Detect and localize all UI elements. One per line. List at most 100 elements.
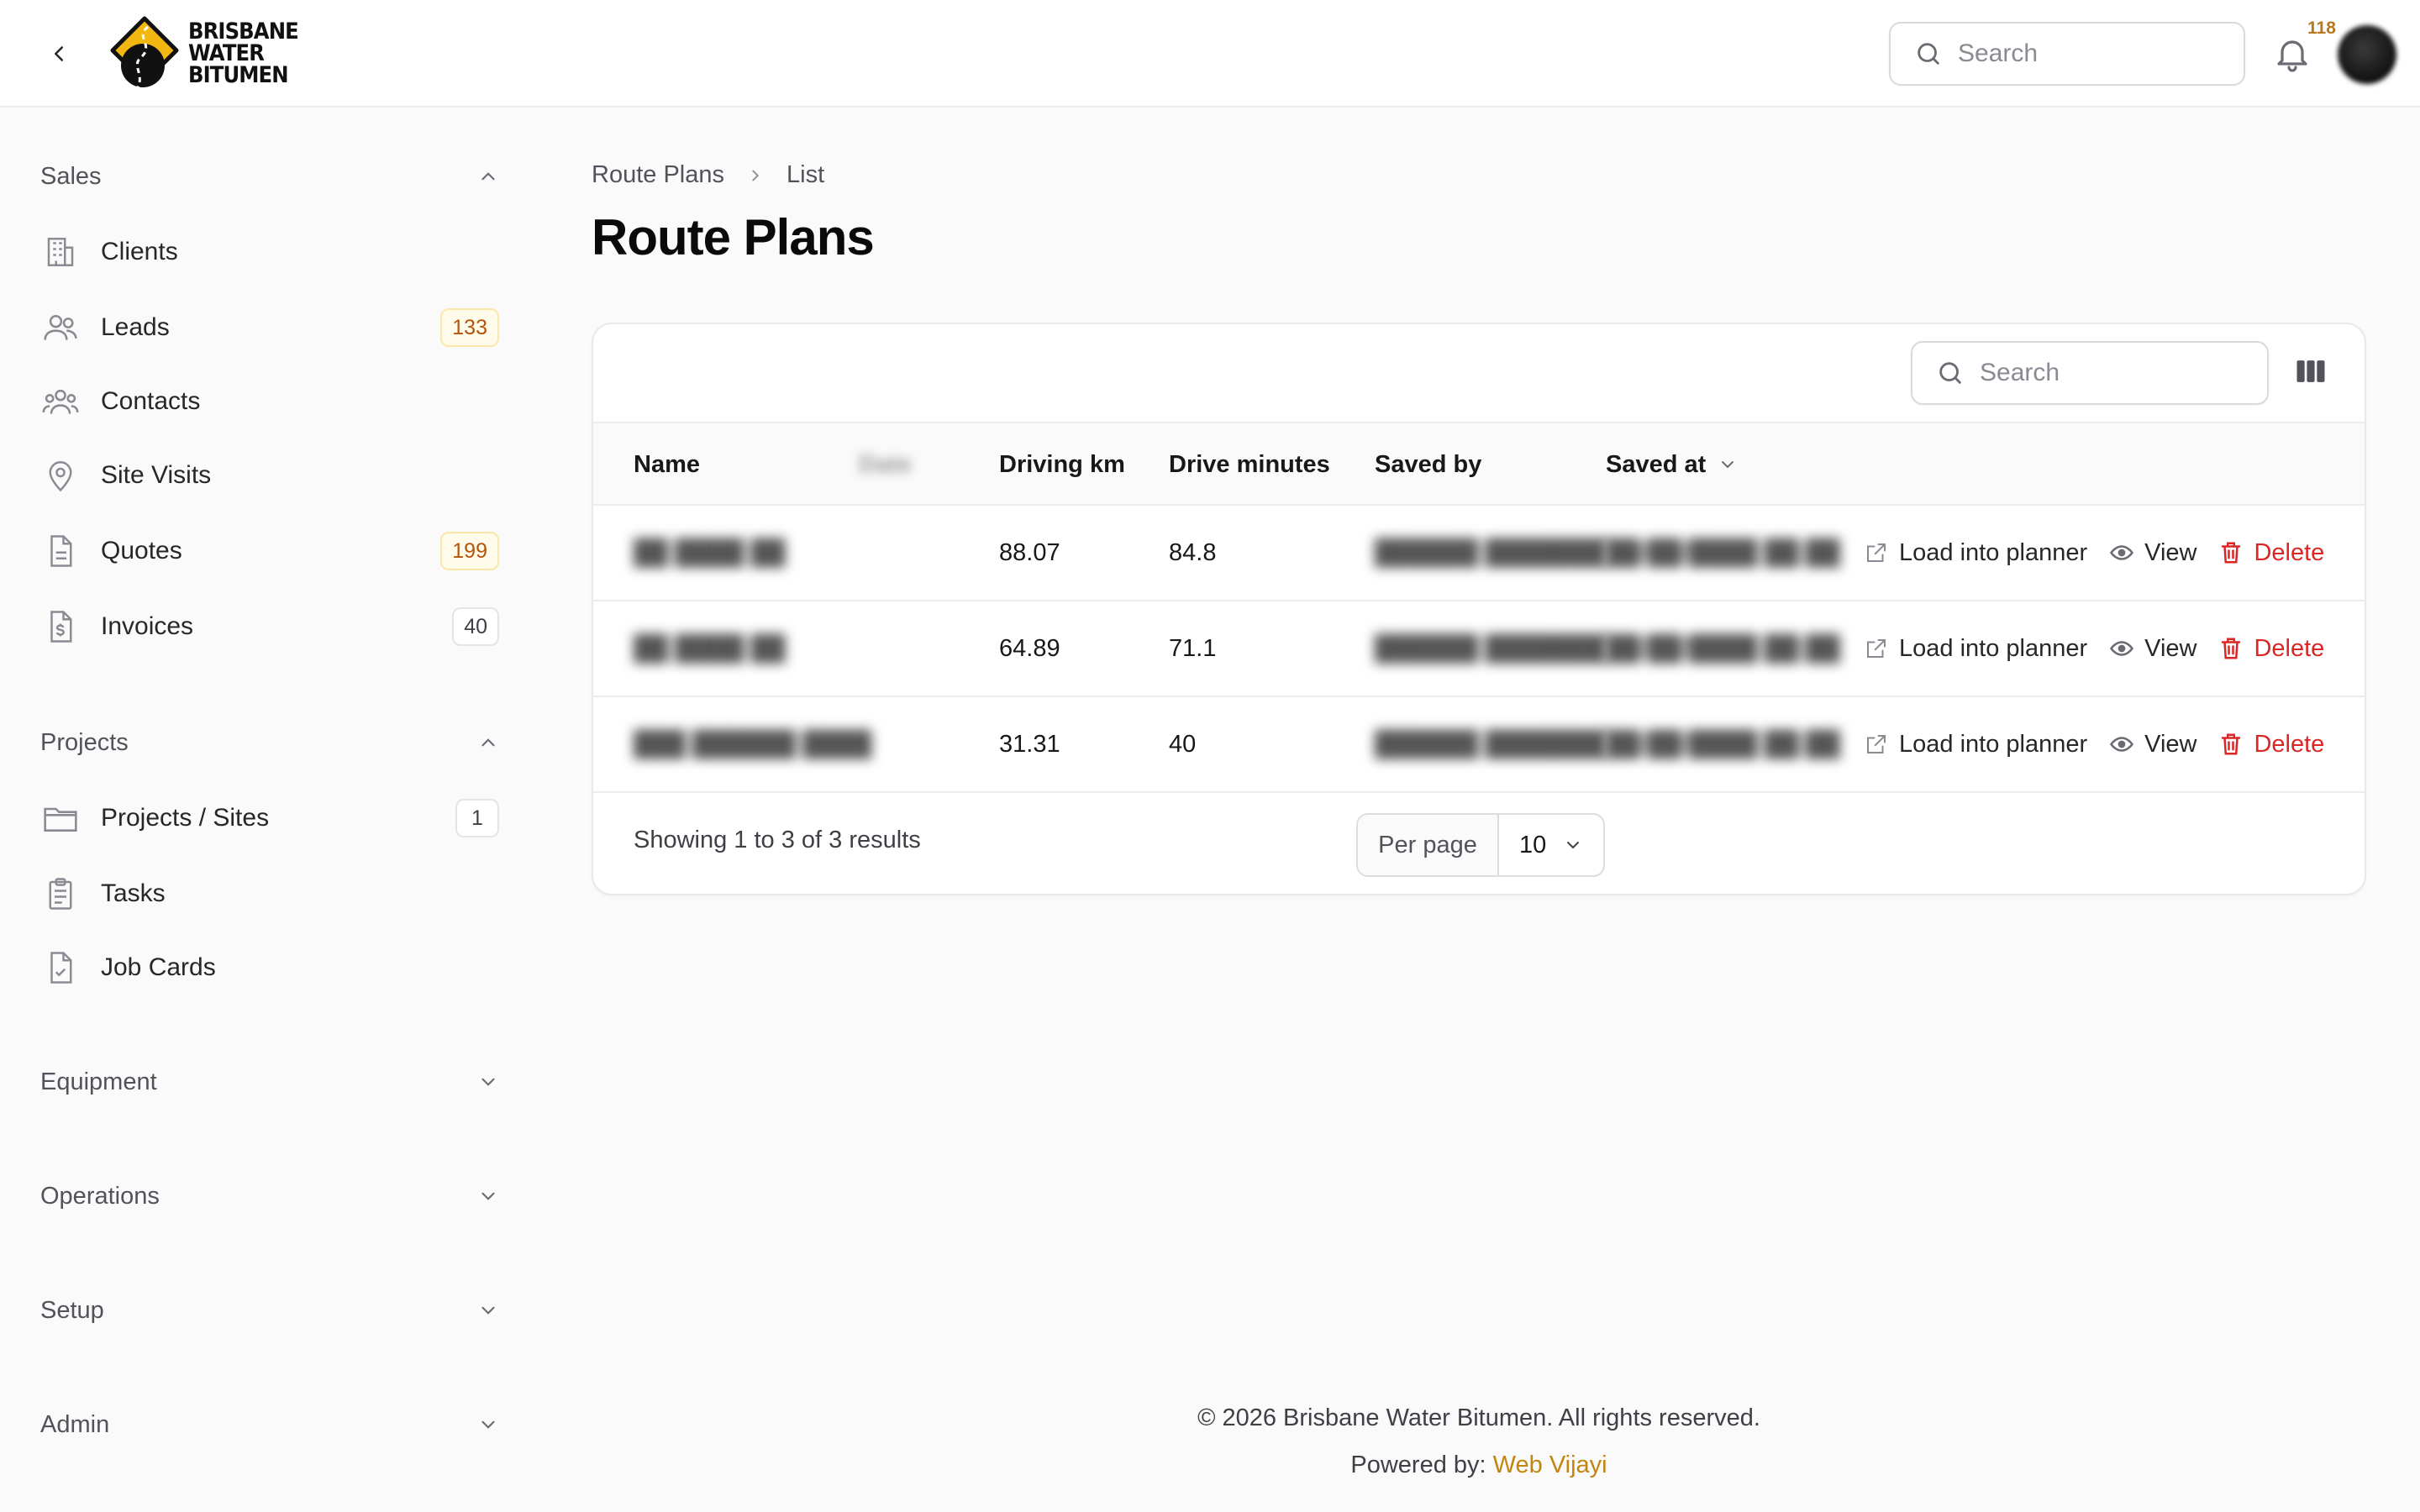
view-button[interactable]: View — [2109, 635, 2196, 663]
sidebar-group-projects[interactable]: Projects — [40, 717, 499, 768]
invoice-dollar-icon — [40, 606, 81, 647]
sidebar-item-label: Contacts — [101, 387, 201, 415]
search-icon — [1918, 43, 1939, 65]
table-row: ██ ████ ██ 64.89 71.1 ██████ ███████ ██/… — [593, 601, 2365, 697]
sidebar-item-quotes[interactable]: Quotes 199 — [40, 521, 499, 581]
chevron-down-icon — [481, 1192, 495, 1200]
column-header-saved-by[interactable]: Saved by — [1375, 423, 1481, 506]
chevron-up-icon — [481, 738, 495, 747]
global-search-input[interactable] — [1958, 39, 2210, 68]
sidebar-group-label: Setup — [40, 1296, 104, 1324]
view-label: View — [2144, 634, 2197, 662]
eye-icon — [2110, 545, 2134, 560]
results-summary: Showing 1 to 3 of 3 results — [634, 827, 921, 853]
powered-by-label: Powered by: — [1350, 1452, 1486, 1478]
delete-button[interactable]: Delete — [2218, 539, 2324, 567]
chevron-down-icon — [481, 1420, 495, 1429]
load-into-planner-button[interactable]: Load into planner — [1864, 731, 2087, 759]
projects-count-badge: 1 — [455, 799, 499, 837]
table-row: ██ ████ ██ 88.07 84.8 ██████ ███████ ██/… — [593, 506, 2365, 601]
view-button[interactable]: View — [2109, 731, 2196, 759]
table-footer: Showing 1 to 3 of 3 results Per page 10 — [593, 795, 2365, 894]
sidebar-group-sales[interactable]: Sales — [40, 151, 499, 202]
sidebar-item-label: Projects / Sites — [101, 804, 270, 832]
sidebar-group-label: Projects — [40, 728, 129, 756]
per-page-label: Per page — [1358, 815, 1499, 875]
column-header-drive-minutes[interactable]: Drive minutes — [1169, 423, 1330, 506]
column-header-saved-at[interactable]: Saved at — [1606, 423, 1738, 506]
sidebar-item-label: Tasks — [101, 879, 166, 907]
sidebar-item-tasks[interactable]: Tasks — [40, 864, 499, 924]
users-icon — [40, 307, 81, 348]
trash-icon — [2222, 733, 2241, 755]
document-icon — [40, 531, 81, 571]
brand-logo[interactable]: BRISBANE WATER BITUMEN — [109, 15, 310, 92]
column-header-saved-at-label: Saved at — [1606, 450, 1707, 478]
chevron-up-icon — [481, 172, 495, 181]
top-bar: BRISBANE WATER BITUMEN 118 — [0, 0, 2420, 108]
user-avatar[interactable] — [2338, 25, 2396, 84]
sidebar-item-leads[interactable]: Leads 133 — [40, 297, 499, 358]
sidebar-group-equipment[interactable]: Equipment — [40, 1057, 499, 1107]
column-header-name[interactable]: Name — [634, 423, 700, 506]
invoices-count-badge: 40 — [452, 607, 499, 646]
cell-driving-km: 64.89 — [999, 634, 1060, 662]
view-button[interactable]: View — [2109, 539, 2196, 567]
sidebar-item-contacts[interactable]: Contacts — [40, 371, 499, 432]
cell-drive-minutes: 40 — [1169, 730, 1197, 758]
table-search[interactable] — [1911, 341, 2269, 405]
load-into-planner-button[interactable]: Load into planner — [1864, 539, 2087, 567]
search-icon — [1939, 362, 1961, 384]
row-actions: Load into planner View Delete — [1864, 506, 2324, 600]
sidebar-item-projects-sites[interactable]: Projects / Sites 1 — [40, 788, 499, 848]
notification-count-badge: 118 — [2307, 18, 2336, 38]
document-check-icon — [40, 948, 81, 988]
load-into-planner-button[interactable]: Load into planner — [1864, 635, 2087, 663]
sidebar-group-setup[interactable]: Setup — [40, 1285, 499, 1336]
global-search[interactable] — [1889, 22, 2245, 86]
footer-powered-by: Powered by: Web Vijayi — [538, 1452, 2420, 1479]
toggle-columns-button[interactable] — [2292, 353, 2333, 393]
delete-label: Delete — [2254, 730, 2325, 758]
delete-button[interactable]: Delete — [2218, 635, 2324, 663]
table-row: ███ ██████ ████ 31.31 40 ██████ ███████ … — [593, 697, 2365, 793]
sidebar-item-site-visits[interactable]: Site Visits — [40, 445, 499, 506]
folder-icon — [40, 798, 81, 838]
back-button[interactable] — [39, 34, 79, 74]
delete-button[interactable]: Delete — [2218, 731, 2324, 759]
view-label: View — [2144, 538, 2197, 566]
sidebar-group-label: Equipment — [40, 1068, 157, 1095]
bell-icon — [2277, 40, 2307, 72]
map-pin-icon — [40, 455, 81, 496]
leads-count-badge: 133 — [440, 308, 499, 347]
route-plans-table-card: Name Date Driving km Drive minutes Saved… — [592, 323, 2366, 895]
building-icon — [40, 232, 81, 272]
cell-drive-minutes: 84.8 — [1169, 538, 1217, 566]
column-header-date[interactable]: Date — [859, 423, 912, 506]
eye-icon — [2110, 737, 2134, 752]
sidebar-item-job-cards[interactable]: Job Cards — [40, 937, 499, 998]
page-title: Route Plans — [592, 209, 875, 265]
table-search-input[interactable] — [1980, 359, 2232, 387]
chevron-left-icon — [55, 46, 63, 61]
per-page-value: 10 — [1519, 831, 1547, 858]
cell-name: ██ ████ ██ — [634, 634, 786, 662]
sidebar-group-admin[interactable]: Admin — [40, 1399, 499, 1450]
chevron-down-icon — [1567, 842, 1579, 849]
sidebar-group-label: Sales — [40, 162, 102, 190]
delete-label: Delete — [2254, 634, 2325, 662]
cell-saved-by: ██████ ███████ — [1375, 634, 1607, 662]
chevron-right-icon — [752, 170, 760, 181]
column-header-driving-km[interactable]: Driving km — [999, 423, 1125, 506]
external-link-icon — [1867, 543, 1886, 562]
road-sign-logo-icon — [110, 16, 179, 88]
powered-by-link[interactable]: Web Vijayi — [1493, 1452, 1607, 1478]
sidebar-group-operations[interactable]: Operations — [40, 1171, 499, 1221]
sidebar-item-invoices[interactable]: Invoices 40 — [40, 596, 499, 657]
breadcrumb-route-plans-link[interactable]: Route Plans — [592, 161, 724, 189]
clipboard-icon — [40, 874, 81, 914]
user-group-icon — [40, 381, 81, 422]
notifications-button[interactable] — [2272, 34, 2312, 74]
sidebar-item-clients[interactable]: Clients — [40, 222, 499, 282]
per-page-select[interactable]: 10 — [1499, 815, 1603, 875]
